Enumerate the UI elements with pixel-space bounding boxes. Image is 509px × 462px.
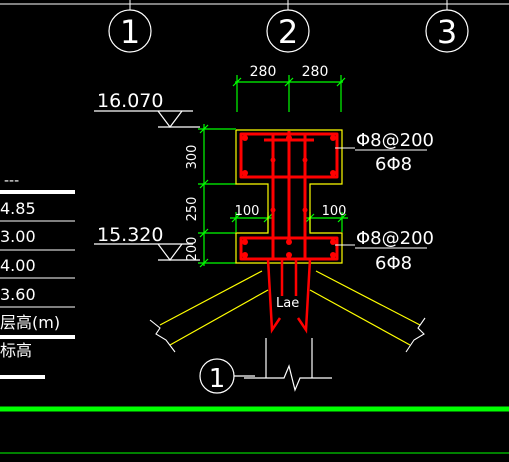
slab-break-marks: [149, 317, 426, 353]
level-table: --- 4.85 3.00 4.00 3.60 层高(m) 标高: [0, 173, 75, 379]
axis-label-1: 1: [120, 13, 140, 51]
level-header-height: 层高(m): [0, 313, 60, 332]
elevation-bottom-label: 15.320: [97, 224, 163, 246]
elevation-mark-top: [94, 110, 200, 128]
detail-mark: 1: [199, 358, 255, 394]
axis-label-3: 3: [437, 13, 457, 51]
cad-drawing: 1 2 3 280 280 16.070 15.320 300 250 200 …: [0, 0, 509, 454]
detail-mark-label: 1: [209, 364, 226, 394]
level-row-3: 4.00: [0, 256, 36, 275]
anchorage-label: Lae: [276, 296, 299, 311]
rebar-long-top: 6Φ8: [375, 154, 412, 175]
level-table-dash: ---: [4, 173, 19, 189]
dim-height-bottom: 200: [185, 237, 200, 262]
dimension-width: [232, 75, 346, 112]
level-row-1: 4.85: [0, 199, 36, 218]
axis-bubble-3: 3: [425, 0, 469, 53]
slab-right: [309, 270, 421, 346]
dim-offset-right: 100: [322, 204, 347, 219]
wall-below: [244, 338, 332, 392]
rebar-stirrup-bottom: Φ8@200: [356, 228, 434, 249]
dim-offset-left: 100: [235, 204, 260, 219]
rebar-anchorage: [266, 258, 312, 334]
rebar-long-bottom: 6Φ8: [375, 253, 412, 274]
dimension-height: [198, 124, 236, 268]
axis-bubble-1: 1: [108, 0, 152, 53]
dim-height-top: 300: [185, 145, 200, 170]
rebar-stirrup-top: Φ8@200: [356, 130, 434, 151]
level-header-elevation: 标高: [0, 341, 32, 360]
axis-bubble-2: 2: [266, 0, 310, 53]
dim-height-mid: 250: [185, 197, 200, 222]
elevation-top-label: 16.070: [97, 90, 163, 112]
level-row-4: 3.60: [0, 285, 36, 304]
dim-width-left: 280: [250, 64, 277, 80]
dim-width-right: 280: [302, 64, 329, 80]
slab-left: [159, 270, 269, 346]
frame-border: [0, 406, 509, 454]
level-row-2: 3.00: [0, 227, 36, 246]
axis-label-2: 2: [278, 13, 298, 51]
